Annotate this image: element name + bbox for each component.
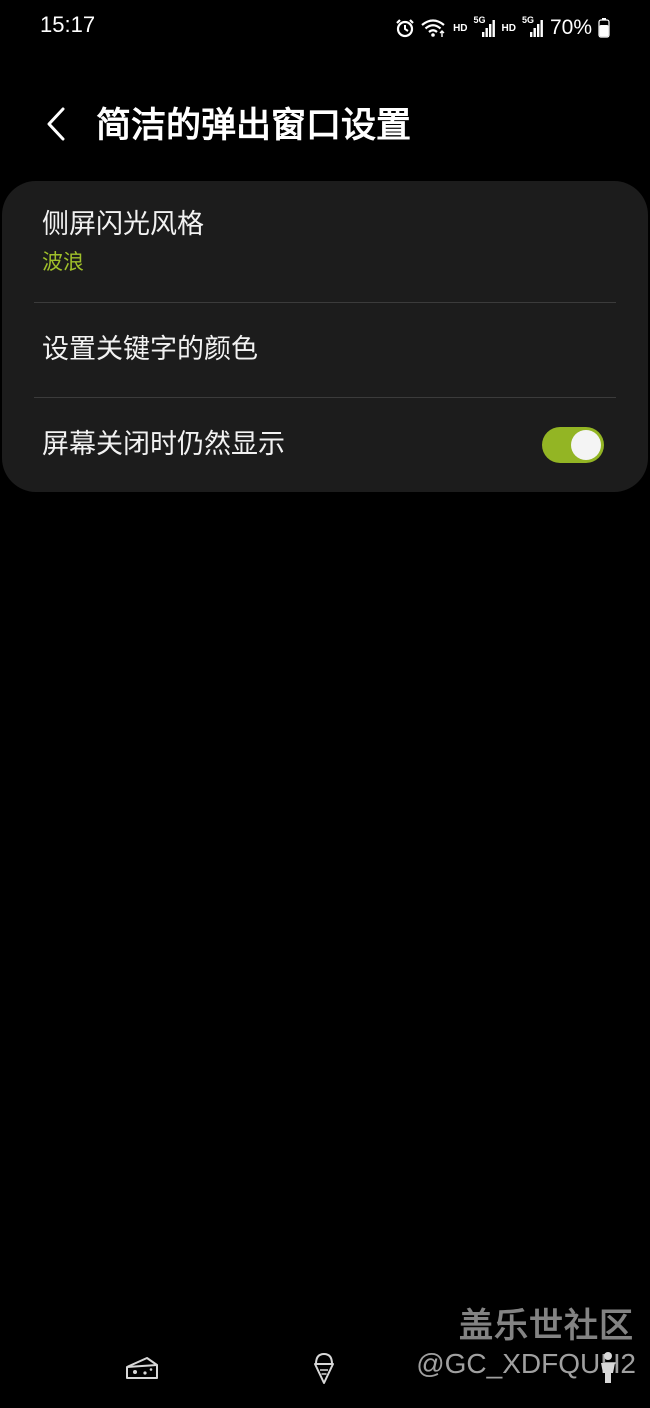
hd-badge: HD (501, 22, 516, 34)
chevron-left-icon (45, 106, 67, 146)
settings-card: 侧屏闪光风格 波浪 设置关键字的颜色 屏幕关闭时仍然显示 (2, 181, 648, 492)
toggle-knob (571, 430, 601, 460)
setting-item-show-when-screen-off[interactable]: 屏幕关闭时仍然显示 (2, 398, 648, 492)
signal-icon: 5G (474, 15, 496, 38)
cheese-icon[interactable] (124, 1350, 160, 1386)
battery-icon (598, 18, 610, 38)
alarm-icon (395, 18, 415, 38)
person-icon[interactable] (590, 1350, 626, 1386)
app-header: 简洁的弹出窗口设置 (0, 90, 650, 164)
setting-item-edge-lighting-style[interactable]: 侧屏闪光风格 波浪 (2, 181, 648, 302)
setting-title: 侧屏闪光风格 (42, 209, 204, 240)
battery-percent: 70% (549, 16, 592, 39)
signal-icon: 5G (522, 15, 544, 38)
wifi-icon (421, 18, 447, 38)
page-title: 简洁的弹出窗口设置 (96, 106, 412, 146)
ice-cream-icon[interactable] (306, 1350, 342, 1386)
setting-value: 波浪 (42, 250, 84, 274)
setting-title: 设置关键字的颜色 (42, 334, 258, 365)
status-icons: HD 5G HD 5G 70% (395, 14, 610, 42)
setting-item-keyword-color[interactable]: 设置关键字的颜色 (2, 303, 648, 397)
hd-badge: HD (453, 22, 468, 34)
watermark-brand: 盖乐世社区 (459, 1306, 634, 1346)
status-bar: 15:17 HD 5G HD 5G 70% (0, 0, 650, 58)
show-when-screen-off-toggle[interactable] (542, 427, 604, 463)
status-time: 15:17 (40, 12, 96, 37)
back-button[interactable] (36, 104, 76, 148)
setting-title: 屏幕关闭时仍然显示 (42, 429, 285, 460)
